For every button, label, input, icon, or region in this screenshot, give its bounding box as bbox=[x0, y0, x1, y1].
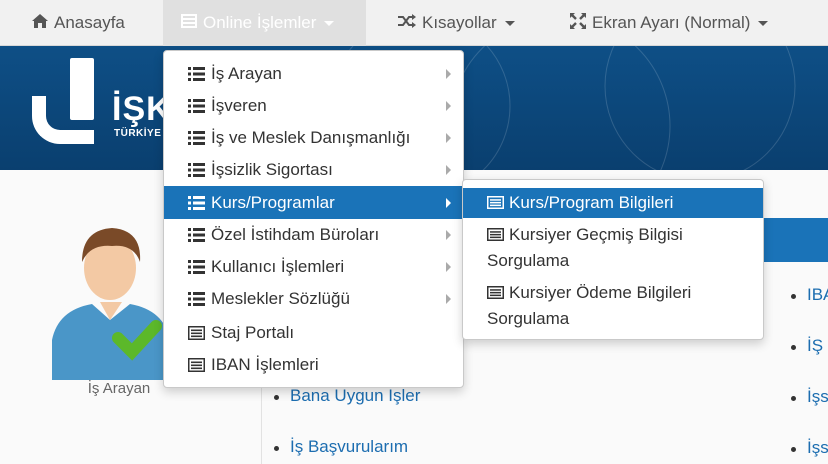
menu-item-label: Meslekler Sözlüğü bbox=[211, 289, 350, 308]
bullet bbox=[791, 345, 796, 350]
expand-icon bbox=[570, 13, 586, 33]
bullet bbox=[791, 294, 796, 299]
chevron-down-icon bbox=[504, 20, 515, 26]
nav-home-label: Anasayfa bbox=[54, 13, 125, 32]
top-navbar: Anasayfa Online İşlemler Kısayollar Ekra… bbox=[0, 0, 828, 46]
list-icon bbox=[188, 292, 205, 306]
panel-header bbox=[764, 218, 828, 262]
link-right-3[interactable]: İşs bbox=[807, 387, 828, 407]
menu-item-label: IBAN İşlemleri bbox=[211, 355, 319, 374]
menu-item-is-ve-meslek[interactable]: İş ve Meslek Danışmanlığı bbox=[164, 122, 463, 154]
menu-item-iban-islemleri[interactable]: IBAN İşlemleri bbox=[164, 349, 463, 381]
menu-item-meslekler-sozlugu[interactable]: Meslekler Sözlüğü bbox=[164, 283, 463, 315]
submenu-item-kurs-program-bilgileri[interactable]: Kurs/Program Bilgileri bbox=[463, 188, 763, 218]
menu-item-isveren[interactable]: İşveren bbox=[164, 90, 463, 122]
avatar bbox=[52, 228, 170, 380]
bullet bbox=[274, 395, 279, 400]
link-right-2[interactable]: İŞ bbox=[807, 336, 823, 356]
link-is-basvurularim[interactable]: İş Başvurularım bbox=[290, 437, 408, 457]
list-icon bbox=[188, 131, 205, 145]
logo-subtext: TÜRKİYE bbox=[114, 128, 162, 139]
nav-kisayollar[interactable]: Kısayollar bbox=[398, 0, 515, 46]
chevron-right-icon bbox=[446, 197, 451, 208]
nav-home[interactable]: Anasayfa bbox=[32, 0, 125, 46]
home-icon bbox=[32, 14, 48, 32]
list-icon bbox=[188, 260, 205, 274]
list-icon bbox=[188, 228, 205, 242]
menu-item-label: Kurs/Programlar bbox=[211, 192, 335, 212]
shuffle-icon bbox=[398, 14, 416, 32]
submenu-item-label: Kursiyer Geçmiş Bilgisi Sorgulama bbox=[487, 225, 683, 270]
menu-item-label: İşsizlik Sigortası bbox=[211, 160, 333, 179]
menu-item-label: İş Arayan bbox=[211, 64, 282, 83]
link-bana-uygun-isler[interactable]: Bana Uygun İşler bbox=[290, 386, 420, 406]
nav-kisayollar-label: Kısayollar bbox=[422, 13, 497, 32]
submenu-item-label: Kurs/Program Bilgileri bbox=[509, 193, 674, 212]
id-card-icon bbox=[487, 286, 504, 299]
menu-item-is-arayan[interactable]: İş Arayan bbox=[164, 58, 463, 90]
menu-item-label: İşveren bbox=[211, 96, 267, 115]
id-card-icon bbox=[188, 358, 205, 372]
chevron-right-icon bbox=[446, 101, 451, 111]
chevron-right-icon bbox=[446, 165, 451, 175]
list-icon bbox=[181, 14, 197, 32]
submenu-item-label: Kursiyer Ödeme Bilgileri Sorgulama bbox=[487, 283, 692, 328]
list-icon bbox=[188, 67, 205, 81]
bullet bbox=[791, 396, 796, 401]
link-right-4[interactable]: İşs bbox=[807, 438, 828, 458]
bullet bbox=[791, 447, 796, 452]
bullet bbox=[274, 446, 279, 451]
submenu-item-kursiyer-gecmis[interactable]: Kursiyer Geçmiş Bilgisi Sorgulama bbox=[463, 222, 763, 278]
nav-online-label: Online İşlemler bbox=[203, 13, 317, 32]
chevron-right-icon bbox=[446, 69, 451, 79]
menu-item-staj-portali[interactable]: Staj Portalı bbox=[164, 317, 463, 349]
chevron-right-icon bbox=[446, 294, 451, 304]
id-card-icon bbox=[487, 196, 504, 209]
nav-ekran-ayari[interactable]: Ekran Ayarı (Normal) bbox=[570, 0, 769, 46]
menu-item-issizlik-sigortasi[interactable]: İşsizlik Sigortası bbox=[164, 154, 463, 186]
menu-item-ozel-istihdam[interactable]: Özel İstihdam Büroları bbox=[164, 219, 463, 251]
nav-ekran-label: Ekran Ayarı (Normal) bbox=[592, 13, 751, 32]
menu-item-label: Staj Portalı bbox=[211, 323, 295, 342]
menu-item-label: Kullanıcı İşlemleri bbox=[211, 257, 345, 276]
chevron-down-icon bbox=[758, 20, 769, 26]
id-card-icon bbox=[188, 326, 205, 340]
menu-item-label: İş ve Meslek Danışmanlığı bbox=[211, 128, 411, 147]
chevron-down-icon bbox=[324, 20, 335, 26]
nav-online-islemler[interactable]: Online İşlemler bbox=[163, 0, 366, 46]
list-icon bbox=[188, 163, 205, 177]
chevron-right-icon bbox=[446, 133, 451, 143]
menu-item-kullanici-islemleri[interactable]: Kullanıcı İşlemleri bbox=[164, 251, 463, 283]
online-islemler-dropdown: İş Arayan İşveren İş ve Meslek Danışmanl… bbox=[163, 50, 464, 388]
menu-item-label: Özel İstihdam Büroları bbox=[211, 225, 380, 244]
chevron-right-icon bbox=[446, 230, 451, 240]
link-right-1[interactable]: IBA bbox=[807, 285, 828, 305]
kurs-programlar-submenu: Kurs/Program Bilgileri Kursiyer Geçmiş B… bbox=[462, 179, 764, 340]
list-icon bbox=[188, 99, 205, 113]
list-icon bbox=[188, 195, 205, 210]
submenu-item-kursiyer-odeme[interactable]: Kursiyer Ödeme Bilgileri Sorgulama bbox=[463, 280, 763, 336]
menu-item-kurs-programlar[interactable]: Kurs/Programlar bbox=[164, 186, 463, 219]
id-card-icon bbox=[487, 228, 504, 241]
chevron-right-icon bbox=[446, 262, 451, 272]
logo-hook bbox=[32, 96, 94, 144]
